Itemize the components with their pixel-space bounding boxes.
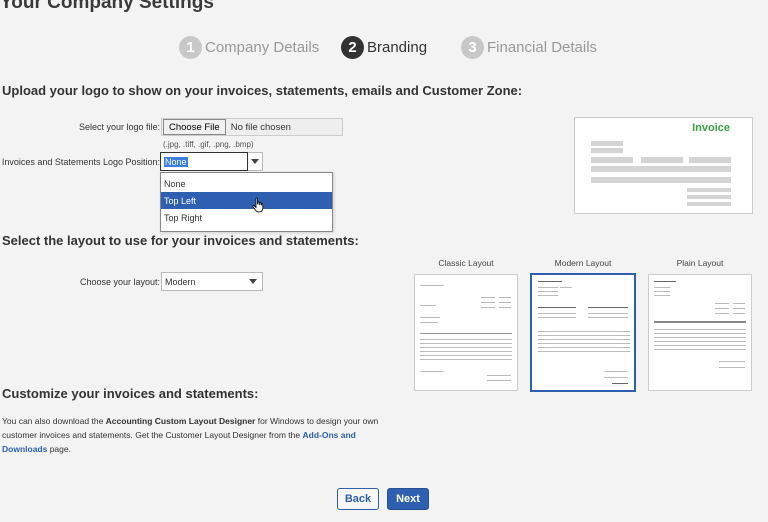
step-branding[interactable]: 2 Branding [341,36,427,59]
file-type-hint: (.jpg, .tiff, .gif, .png, .bmp) [163,140,254,149]
choose-layout-label: Choose your layout: [79,277,160,287]
step-number: 3 [461,36,484,59]
option-top-right[interactable]: Top Right [161,209,332,226]
logo-section-heading: Upload your logo to show on your invoice… [2,83,523,98]
logo-file-input[interactable]: Choose File No file chosen [161,118,343,136]
layout-thumbnail-classic[interactable] [414,274,518,391]
next-button[interactable]: Next [387,488,429,510]
layout-select-value: Modern [165,276,196,287]
layout-select[interactable]: Modern [161,272,263,291]
logo-position-value: None [164,156,188,167]
layout-label-modern: Modern Layout [554,258,612,268]
chevron-down-icon [249,279,257,284]
option-top-left[interactable]: Top Left [161,192,332,209]
page-title: Your Company Settings [0,0,214,13]
logo-position-dropdown-button[interactable] [248,152,263,171]
step-company-details[interactable]: 1 Company Details [179,36,319,59]
step-label: Branding [367,39,428,56]
back-button[interactable]: Back [337,488,379,510]
step-label: Company Details [205,39,320,56]
logo-position-label: Invoices and Statements Logo Position: [1,157,160,167]
logo-position-dropdown: None Top Left Top Right [160,172,333,232]
invoice-preview: Invoice [574,117,753,214]
step-number: 1 [179,36,202,59]
logo-position-select[interactable]: None [160,152,248,171]
logo-file-label: Select your logo file: [78,122,160,132]
step-financial-details[interactable]: 3 Financial Details [461,36,597,59]
choose-file-button[interactable]: Choose File [163,119,226,135]
invoice-preview-title: Invoice [692,122,730,134]
designer-name: Accounting Custom Layout Designer [105,416,256,426]
hand-cursor-icon [252,197,264,213]
file-status: No file chosen [230,121,291,133]
customize-paragraph: You can also download the Accounting Cus… [2,416,379,454]
step-label: Financial Details [487,39,598,56]
step-number: 2 [341,36,364,59]
layout-label-classic: Classic Layout [438,258,494,268]
layout-label-plain: Plain Layout [676,258,724,268]
chevron-down-icon [251,159,259,164]
layout-thumbnail-modern[interactable] [530,273,636,392]
option-none[interactable]: None [161,175,332,192]
customize-section-heading: Customize your invoices and statements: [2,386,259,401]
layout-thumbnail-plain[interactable] [648,274,752,391]
layout-section-heading: Select the layout to use for your invoic… [2,233,359,248]
